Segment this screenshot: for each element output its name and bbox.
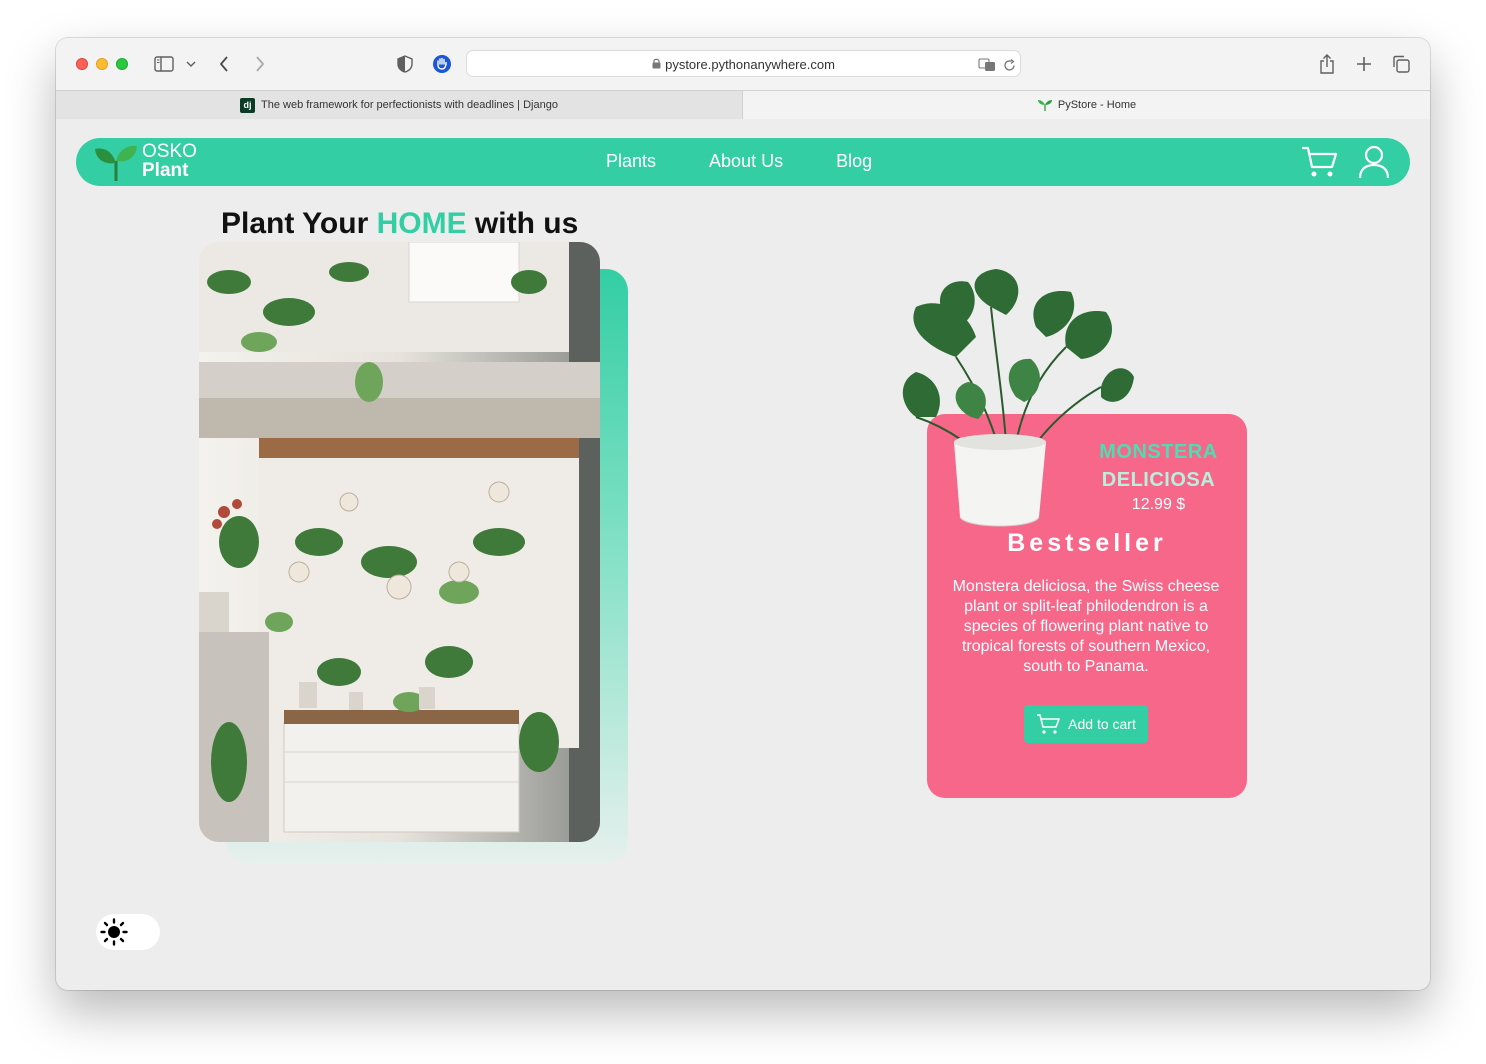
tab-label: PyStore - Home	[1057, 99, 1137, 111]
add-to-cart-button[interactable]: Add to cart	[1024, 705, 1148, 743]
share-icon[interactable]	[1316, 52, 1338, 76]
extension-hand-icon[interactable]	[431, 52, 453, 76]
tab-pystore[interactable]: PyStore - Home	[743, 91, 1430, 119]
chevron-down-icon[interactable]	[184, 52, 198, 76]
close-window-button[interactable]	[76, 58, 88, 70]
product-name: MONSTERA DELICIOSA	[1086, 438, 1231, 494]
tab-overview-icon[interactable]	[1390, 52, 1412, 76]
forward-icon[interactable]	[250, 52, 270, 76]
sun-icon	[98, 916, 130, 948]
nav-link-plants[interactable]: Plants	[606, 151, 656, 172]
bestseller-tag: Bestseller	[1007, 529, 1167, 557]
new-tab-icon[interactable]	[1353, 52, 1375, 76]
site-navbar: OSKO Plant Plants About Us Blog	[76, 138, 1410, 186]
lock-icon	[652, 58, 661, 72]
tab-bar: dj The web framework for perfectionists …	[56, 90, 1430, 119]
hero-title-suffix: with us	[466, 207, 579, 240]
browser-toolbar: pystore.pythonanywhere.com	[56, 38, 1430, 90]
sidebar-icon[interactable]	[152, 52, 176, 76]
product-description: Monstera deliciosa, the Swiss cheese pla…	[952, 578, 1220, 675]
translate-icon[interactable]	[977, 53, 997, 77]
plant-interior-illustration	[199, 242, 600, 842]
nav-actions	[1284, 144, 1392, 180]
add-to-cart-label: Add to cart	[1068, 716, 1136, 732]
leaf-icon	[1037, 98, 1053, 112]
address-bar[interactable]: pystore.pythonanywhere.com	[466, 50, 1021, 77]
user-icon[interactable]	[1356, 144, 1392, 180]
nav-links: Plants About Us Blog	[606, 151, 925, 172]
site-logo[interactable]: OSKO Plant	[94, 141, 197, 181]
nav-link-blog[interactable]: Blog	[836, 151, 872, 172]
reload-icon[interactable]	[1000, 53, 1018, 77]
tab-django[interactable]: dj The web framework for perfectionists …	[56, 91, 743, 119]
logo-text-osko: OSKO	[142, 141, 197, 162]
hero-photo	[199, 242, 600, 842]
web-page: OSKO Plant Plants About Us Blog Plant Yo…	[56, 119, 1430, 990]
product-price: 12.99 $	[1131, 496, 1186, 513]
tab-label: The web framework for perfectionists wit…	[261, 99, 558, 111]
sprout-logo-icon	[95, 145, 137, 181]
browser-window: pystore.pythonanywhere.com dj The web fr…	[56, 38, 1430, 990]
hero-title: Plant Your HOME with us	[221, 207, 578, 241]
theme-toggle[interactable]	[96, 914, 160, 950]
hero-title-prefix: Plant Your	[221, 207, 377, 240]
minimize-window-button[interactable]	[96, 58, 108, 70]
product-name-line2: DELICIOSA	[1101, 469, 1216, 491]
back-icon[interactable]	[214, 52, 234, 76]
url-text: pystore.pythonanywhere.com	[665, 57, 835, 72]
cart-icon[interactable]	[1302, 144, 1338, 180]
nav-link-about-us[interactable]: About Us	[709, 151, 783, 172]
logo-text-plant: Plant	[142, 160, 189, 181]
zoom-window-button[interactable]	[116, 58, 128, 70]
cart-icon	[1037, 714, 1060, 734]
privacy-shield-icon[interactable]	[394, 52, 416, 76]
django-icon: dj	[240, 97, 256, 113]
product-name-line1: MONSTERA	[1099, 441, 1218, 463]
hero-title-accent: HOME	[376, 207, 467, 240]
